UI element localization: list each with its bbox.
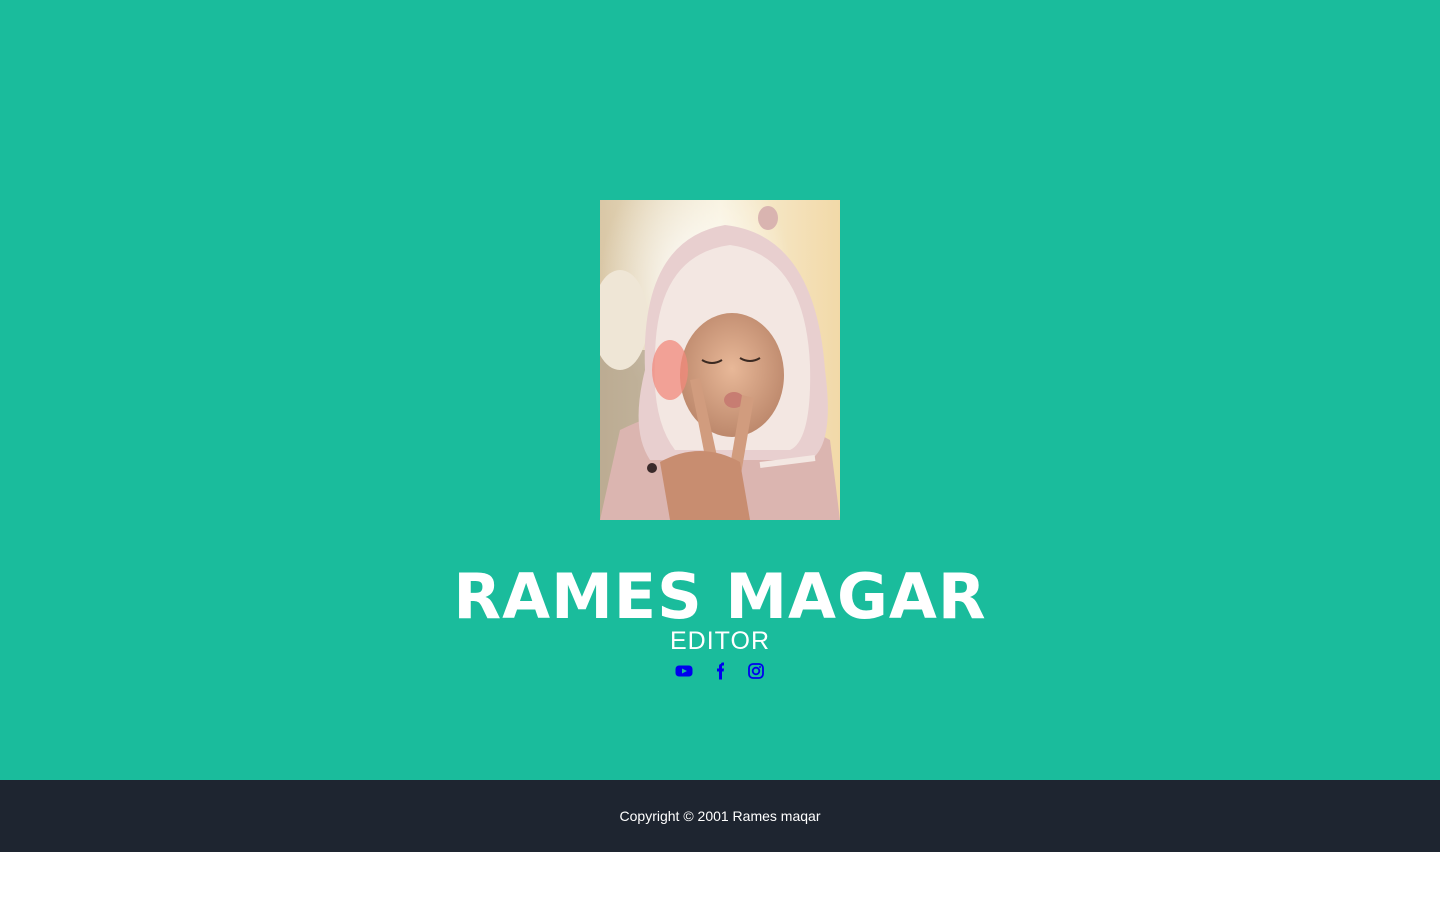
- instagram-link[interactable]: [747, 661, 765, 681]
- profile-photo: [600, 200, 840, 520]
- instagram-icon: [748, 663, 764, 679]
- facebook-icon: [717, 662, 724, 680]
- youtube-link[interactable]: [675, 661, 693, 681]
- youtube-icon: [675, 665, 693, 677]
- profile-role: EDITOR: [670, 627, 770, 655]
- profile-name: RAMES MAGAR: [453, 560, 987, 633]
- copyright-text: Copyright © 2001 Rames maqar: [619, 808, 821, 824]
- facebook-link[interactable]: [711, 661, 729, 681]
- social-links: [0, 661, 1440, 683]
